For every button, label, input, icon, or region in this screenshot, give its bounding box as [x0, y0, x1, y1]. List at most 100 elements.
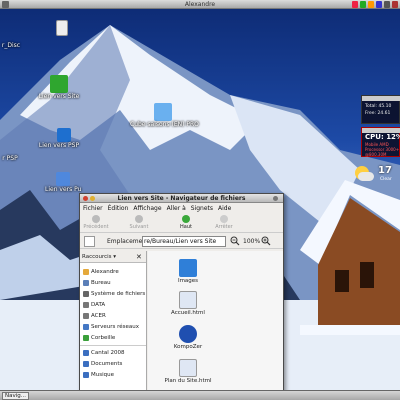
location-input[interactable] [142, 236, 226, 247]
sidebar-item-data[interactable]: DATA [83, 300, 105, 310]
cpu-frequency: @800.30M [365, 152, 387, 157]
desktop-icon-pu[interactable]: Lien vers Pu [45, 172, 81, 193]
desktop-icon-label: r_Disc [1, 42, 21, 49]
taskbar-window-button[interactable]: Navig... [2, 392, 30, 400]
desktop-icon-label: Lien vers PSP [38, 142, 80, 149]
top-panel: Alexandre [0, 0, 400, 9]
sidebar-item-documents[interactable]: Documents [83, 359, 122, 369]
menu-aide[interactable]: Aide [218, 204, 231, 213]
menu-bar: Fichier Édition Affichage Aller à Signet… [80, 204, 283, 213]
desktop-icon-partial-psp[interactable]: r PSP [0, 155, 20, 162]
sidebar-header: Raccourcis ▾ ✕ [80, 251, 146, 263]
forward-arrow-icon [135, 215, 143, 223]
desktop-icon-label: Cube saisons (EN) PRO [130, 121, 199, 128]
close-sidebar-icon[interactable]: ✕ [136, 251, 142, 263]
up-button[interactable]: Haut [172, 215, 200, 231]
panel-title: Alexandre [184, 1, 216, 8]
tray-app-icon[interactable] [352, 1, 358, 8]
up-label: Haut [180, 224, 192, 230]
stop-button[interactable]: Arrêter [210, 215, 238, 231]
folder-icon [83, 350, 89, 356]
sidebar-pane-selector[interactable]: Raccourcis ▾ [82, 252, 116, 262]
forward-button[interactable]: Suivant [125, 215, 153, 231]
edit-location-icon[interactable] [84, 236, 95, 247]
folder-icon [83, 361, 89, 367]
drive-icon [83, 313, 89, 319]
file-item-images[interactable]: Images [148, 259, 228, 285]
back-button[interactable]: Précédent [82, 215, 110, 231]
desktop-icon-site[interactable]: Lien vers Site [36, 75, 82, 100]
location-bar: Emplacement : 100% [80, 234, 283, 249]
file-item-plan-du-site[interactable]: Plan du Site.html [148, 359, 228, 385]
network-icon [83, 324, 89, 330]
memory-monitor-widget: Total: 45.10 Free: 24.61 [361, 95, 400, 124]
drive-icon [83, 302, 89, 308]
menu-edition[interactable]: Édition [108, 204, 129, 213]
sidebar-item-acer[interactable]: ACER [83, 311, 106, 321]
window-titlebar[interactable]: Lien vers Site - Navigateur de fichiers [80, 194, 283, 203]
maximize-window-icon[interactable] [273, 196, 278, 201]
zoom-in-icon[interactable] [261, 236, 271, 246]
system-tray [352, 1, 398, 8]
sidebar-item-corbeille[interactable]: Corbeille [83, 333, 115, 343]
memory-free: Free: 24.61 [365, 111, 391, 116]
file-item-accueil[interactable]: Accueil.html [148, 291, 228, 317]
desktop-icon-label: Lien vers Site [38, 93, 80, 100]
widget-header-bar [362, 96, 400, 101]
html-file-icon [179, 291, 197, 309]
folder-icon [83, 372, 89, 378]
desktop-icon-psp[interactable]: Lien vers PSP [39, 128, 82, 149]
file-item-kompozer[interactable]: KompoZer [148, 325, 228, 351]
file-view: Images Accueil.html KompoZer Plan du Sit… [148, 251, 283, 399]
blue-cube-icon [57, 128, 71, 142]
zoom-level: 100% [243, 238, 261, 245]
desktop-folder-icon [83, 280, 89, 286]
menu-aller-a[interactable]: Aller à [167, 204, 186, 213]
weather-widget: 17 Clear [352, 163, 400, 191]
sidebar-item-bureau[interactable]: Bureau [83, 278, 111, 288]
file-manager-window: Lien vers Site - Navigateur de fichiers … [79, 193, 284, 400]
folder-icon [179, 259, 197, 277]
sidebar-item-serveurs-reseaux[interactable]: Serveurs réseaux [83, 322, 139, 332]
chalet-window-2 [360, 262, 374, 288]
sidebar-item-musique[interactable]: Musique [83, 370, 114, 380]
cube-saisons-icon [154, 103, 172, 121]
sidebar-item-cantal-2008[interactable]: Cantal 2008 [83, 348, 125, 358]
chalet-snow-base [300, 325, 400, 335]
home-folder-icon [83, 269, 89, 275]
weather-condition: Clear [380, 177, 392, 182]
menu-signets[interactable]: Signets [191, 204, 213, 213]
tray-power-icon[interactable] [392, 1, 398, 8]
window-title: Lien vers Site - Navigateur de fichiers [117, 195, 246, 202]
document-icon [56, 20, 68, 36]
blue-cube-icon [56, 172, 70, 186]
desktop-icon-label: r PSP [2, 155, 18, 162]
filesystem-icon [83, 291, 89, 297]
green-cube-icon [50, 75, 68, 93]
tray-battery-icon[interactable] [384, 1, 390, 8]
forward-label: Suivant [129, 224, 149, 230]
sidebar-item-systeme-de-fichiers[interactable]: Système de fichiers [83, 289, 145, 299]
kompozer-icon [179, 325, 197, 343]
desktop-icon-label: Lien vers Pu [45, 186, 82, 193]
desktop-icon-partial[interactable]: r_Disc [0, 42, 22, 49]
sidebar-item-alexandre[interactable]: Alexandre [83, 267, 119, 277]
chalet-window [335, 270, 349, 292]
desktop-icon-cube-saisons[interactable]: Cube saisons (EN) PRO [130, 103, 199, 128]
toolbar: Précédent Suivant Haut Arrêter [80, 214, 283, 233]
tray-firefox-icon[interactable] [368, 1, 374, 8]
tray-volume-icon[interactable] [376, 1, 382, 8]
tray-network-icon[interactable] [360, 1, 366, 8]
cpu-usage: CPU: 12% [365, 133, 400, 141]
zoom-out-icon[interactable] [230, 236, 240, 246]
back-arrow-icon [92, 215, 100, 223]
menu-affichage[interactable]: Affichage [133, 204, 161, 213]
sidebar: Raccourcis ▾ ✕ Alexandre Bureau Système … [80, 251, 147, 399]
sidebar-divider [80, 345, 146, 346]
desktop-icon-opera[interactable] [55, 20, 69, 36]
weather-temperature: 17 [378, 165, 392, 176]
menu-fichier[interactable]: Fichier [83, 204, 103, 213]
trash-icon [83, 335, 89, 341]
cloud-icon [358, 172, 374, 181]
stop-label: Arrêter [215, 224, 233, 230]
